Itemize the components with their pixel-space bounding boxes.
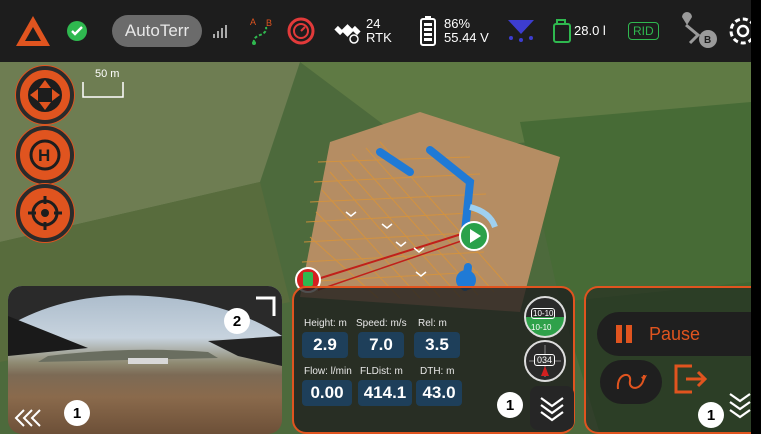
battery-status[interactable]: 86% 55.44 V: [420, 0, 489, 62]
logo-icon: [16, 16, 50, 46]
fldist-label: FLDist: m: [360, 366, 403, 377]
svg-text:B: B: [266, 18, 272, 28]
pause-label: Pause: [649, 323, 701, 344]
route-ab-icon: A B: [250, 17, 272, 45]
mission-control-panel: 1: [584, 286, 751, 434]
goto-point-button[interactable]: B: [676, 0, 720, 62]
telemetry-badge: 1: [497, 392, 523, 418]
rid-label: RID: [628, 22, 659, 40]
height-label: Height: m: [304, 318, 347, 329]
pause-button[interactable]: Pause: [597, 312, 751, 356]
dth-label: DTH: m: [420, 366, 455, 377]
triple-chevron-down-icon: [729, 393, 751, 419]
camera-corner-badge: 2: [224, 308, 250, 334]
tank-icon: [553, 19, 571, 43]
dth-value: 43.0: [416, 380, 462, 406]
flight-mode-button[interactable]: AutoTerr: [112, 15, 202, 47]
map-scale-label: 50 m: [95, 68, 120, 80]
return-home-button[interactable]: H: [16, 126, 74, 184]
collapse-left-button[interactable]: [14, 408, 44, 432]
timer-icon: [287, 17, 315, 45]
right-edge-strip: [751, 0, 761, 434]
target-button[interactable]: [16, 184, 74, 242]
check-icon: [67, 21, 87, 41]
return-to-home-icon: H: [29, 139, 61, 171]
app-logo[interactable]: [14, 0, 52, 62]
svg-text:A: A: [250, 17, 256, 27]
speed-label: Speed: m/s: [356, 318, 407, 329]
heading-readout: 034: [534, 354, 556, 366]
attitude-indicator: 10-10 10-10: [524, 296, 566, 338]
gear-icon: [729, 17, 751, 45]
directional-pad-icon: [28, 78, 62, 112]
top-status-bar: AutoTerr A B 24 RTK 86% 55.44 V 28.0 l R…: [0, 0, 751, 62]
camera-feed[interactable]: 2 1: [8, 286, 282, 434]
battery-percent: 86%: [444, 16, 471, 31]
exit-mission-button[interactable]: [672, 360, 708, 400]
expand-corner-icon[interactable]: [254, 296, 276, 318]
signal-strength[interactable]: [212, 0, 232, 62]
fix-type: RTK: [366, 30, 392, 45]
tank-level: 28.0 l: [574, 23, 606, 38]
system-ok-indicator[interactable]: [66, 0, 88, 62]
spray-icon: [508, 20, 534, 42]
camera-badge: 1: [64, 400, 90, 426]
route-loop-button[interactable]: [600, 360, 662, 404]
flow-label: Flow: l/min: [304, 366, 352, 377]
svg-text:H: H: [38, 146, 50, 165]
rel-label: Rel: m: [418, 318, 447, 329]
gnss-status[interactable]: 24 RTK: [334, 0, 392, 62]
pause-icon: [616, 325, 632, 343]
triple-chevron-left-icon: [14, 409, 41, 427]
speed-value: 7.0: [358, 332, 404, 358]
settings-button[interactable]: [726, 0, 751, 62]
battery-voltage: 55.44 V: [444, 30, 489, 45]
attitude-top-readout: 10-10: [531, 308, 556, 319]
exit-icon: [674, 364, 708, 394]
flight-path-icon: [616, 373, 647, 390]
crosshair-icon: [28, 196, 62, 230]
rel-value: 3.5: [414, 332, 460, 358]
compass: 034: [524, 340, 566, 382]
svg-text:B: B: [704, 35, 711, 46]
collapse-telemetry-button[interactable]: [530, 386, 574, 430]
spray-status[interactable]: [506, 0, 536, 62]
signal-icon: [213, 25, 227, 38]
controls-badge: 1: [698, 402, 724, 428]
remote-id-status[interactable]: RID: [628, 0, 659, 62]
route-button[interactable]: A B: [248, 0, 276, 62]
triple-chevron-down-icon: [540, 397, 564, 422]
battery-icon: [420, 16, 436, 46]
navigate-to-b-icon: B: [682, 12, 717, 48]
fldist-value: 414.1: [358, 380, 412, 406]
attitude-bottom-readout: 10-10: [531, 323, 552, 332]
tank-status[interactable]: 28.0 l: [552, 0, 606, 62]
telemetry-panel: Height: m 2.9 Speed: m/s 7.0 Rel: m 3.5 …: [292, 286, 575, 434]
flow-value: 0.00: [302, 380, 352, 406]
satellite-icon: [334, 24, 361, 44]
manual-control-button[interactable]: [16, 66, 74, 124]
satellite-count: 24: [366, 16, 381, 31]
timer-button[interactable]: [286, 0, 316, 62]
height-value: 2.9: [302, 332, 348, 358]
collapse-controls-button[interactable]: [728, 390, 752, 424]
